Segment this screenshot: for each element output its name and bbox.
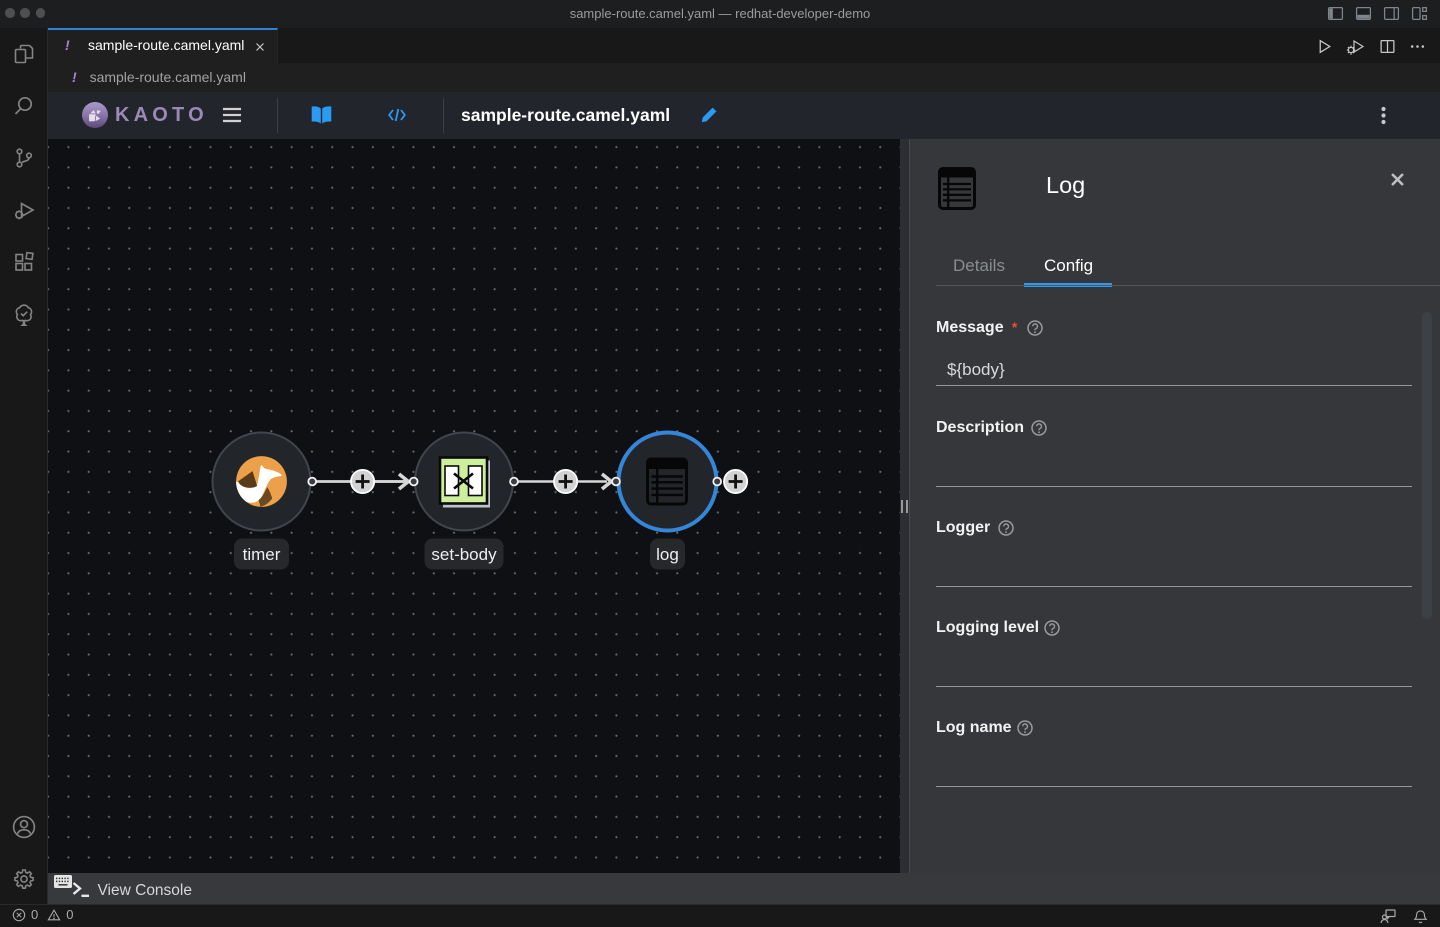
svg-text:log: log	[656, 545, 679, 564]
svg-text:timer: timer	[243, 545, 281, 564]
svg-text:set-body: set-body	[431, 545, 497, 564]
